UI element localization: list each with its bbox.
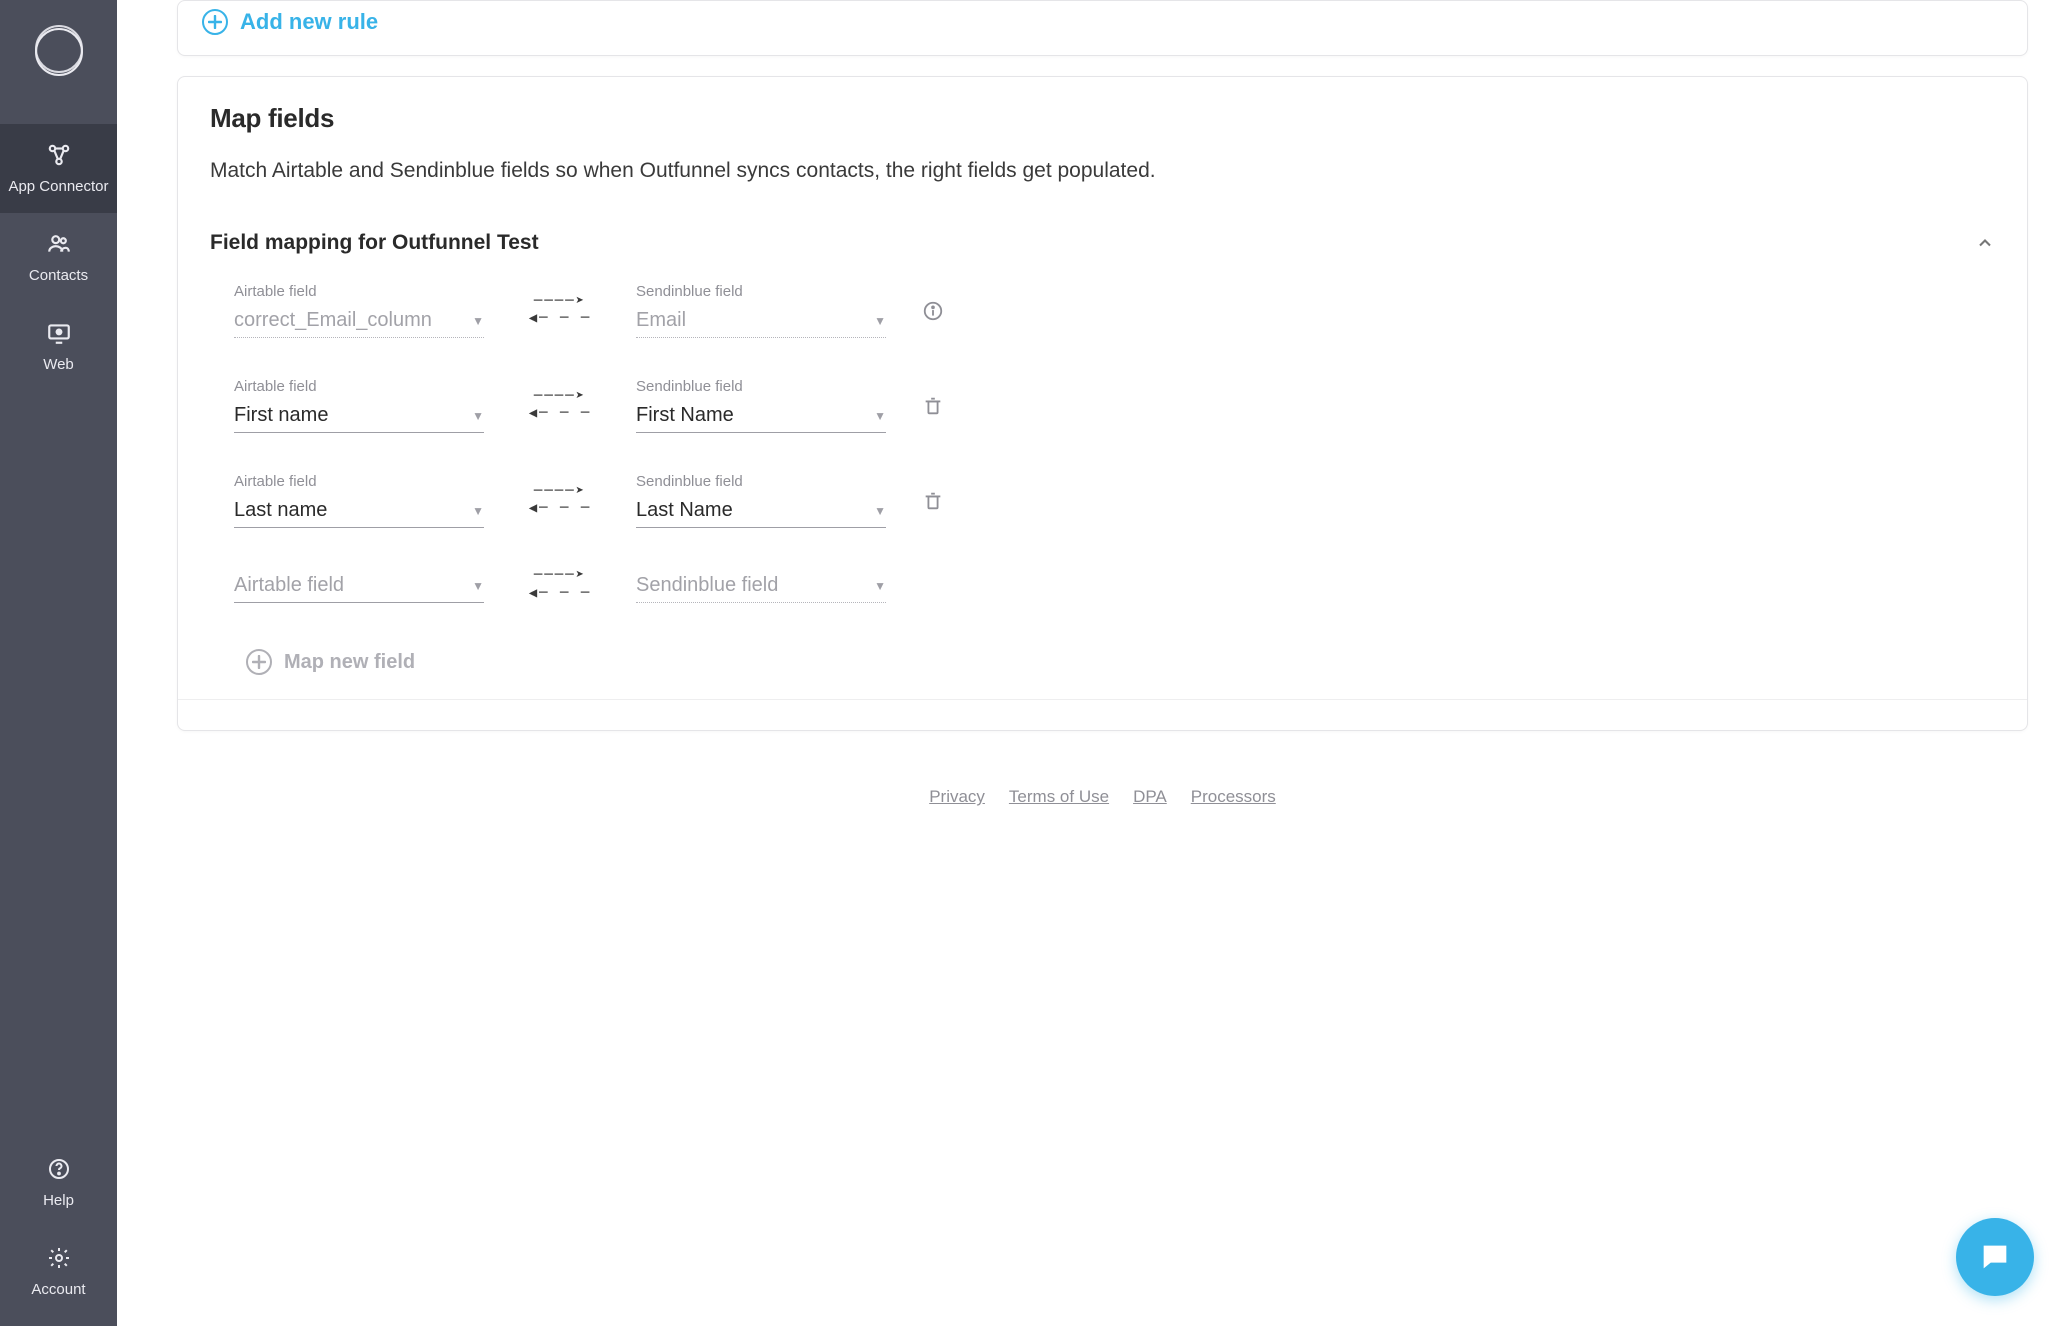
map-new-field-label: Map new field xyxy=(284,651,415,674)
sidebar: App Connector Contacts Web xyxy=(0,0,117,1326)
dropdown-value: First name xyxy=(234,404,328,427)
map-new-field-button: Map new field xyxy=(234,643,1995,675)
delete-row-button[interactable] xyxy=(922,395,972,417)
sidebar-item-help[interactable]: Help xyxy=(0,1138,117,1227)
chevron-down-icon: ▼ xyxy=(472,579,484,593)
airtable-field-dropdown[interactable]: Last name ▼ xyxy=(234,494,484,528)
sendinblue-field-label: Sendinblue field xyxy=(636,283,886,300)
mapping-rows: Airtable field correct_Email_column ▼ ──… xyxy=(210,283,1995,675)
sidebar-item-label: Web xyxy=(43,356,74,373)
contacts-icon xyxy=(46,231,72,257)
footer-link-privacy[interactable]: Privacy xyxy=(929,787,985,807)
sync-direction-icon: ────➤ ◀─ ─ ─ xyxy=(520,389,600,424)
airtable-field-label: Airtable field xyxy=(234,283,484,300)
logo-icon xyxy=(35,28,83,76)
chevron-down-icon: ▼ xyxy=(874,504,886,518)
airtable-field-label: Airtable field xyxy=(234,378,484,395)
airtable-field-label: Airtable field xyxy=(234,473,484,490)
dropdown-value: Last name xyxy=(234,499,327,522)
mapping-row: Airtable field Last name ▼ ────➤ ◀─ ─ ─ … xyxy=(234,473,1995,528)
sendinblue-field-dropdown: Email ▼ xyxy=(636,304,886,338)
chevron-up-icon xyxy=(1975,233,1995,253)
dropdown-placeholder: Sendinblue field xyxy=(636,574,778,597)
sendinblue-field-dropdown[interactable]: First Name ▼ xyxy=(636,399,886,433)
sidebar-item-web[interactable]: Web xyxy=(0,302,117,391)
mapping-row: Airtable field First name ▼ ────➤ ◀─ ─ ─… xyxy=(234,378,1995,433)
sync-direction-icon: ────➤ ◀─ ─ ─ xyxy=(520,484,600,519)
chat-button[interactable] xyxy=(1956,1218,2034,1296)
field-mapping-accordion-header[interactable]: Field mapping for Outfunnel Test xyxy=(210,231,1995,255)
sidebar-item-label: Contacts xyxy=(29,267,88,284)
add-rule-label: Add new rule xyxy=(240,9,378,35)
airtable-field-dropdown[interactable]: Airtable field ▼ xyxy=(234,569,484,603)
sendinblue-field-dropdown[interactable]: Last Name ▼ xyxy=(636,494,886,528)
map-fields-description: Match Airtable and Sendinblue fields so … xyxy=(210,156,1995,185)
plus-icon xyxy=(202,9,228,35)
footer-link-terms[interactable]: Terms of Use xyxy=(1009,787,1109,807)
dropdown-value: First Name xyxy=(636,404,734,427)
map-fields-title: Map fields xyxy=(210,103,1995,134)
help-icon xyxy=(46,1156,72,1182)
sendinblue-field-label: Sendinblue field xyxy=(636,473,886,490)
chevron-down-icon: ▼ xyxy=(874,314,886,328)
sendinblue-field-label: Sendinblue field xyxy=(636,378,886,395)
field-mapping-group-title: Field mapping for Outfunnel Test xyxy=(210,231,539,255)
sendinblue-field-dropdown: Sendinblue field ▼ xyxy=(636,569,886,603)
airtable-field-dropdown: correct_Email_column ▼ xyxy=(234,304,484,338)
chevron-down-icon: ▼ xyxy=(874,579,886,593)
dropdown-value: correct_Email_column xyxy=(234,309,432,332)
divider xyxy=(178,699,2027,700)
plus-icon xyxy=(246,649,272,675)
chevron-down-icon: ▼ xyxy=(874,409,886,423)
chevron-down-icon: ▼ xyxy=(472,409,484,423)
delete-row-button[interactable] xyxy=(922,490,972,512)
gear-icon xyxy=(46,1245,72,1271)
chevron-down-icon: ▼ xyxy=(472,504,484,518)
footer-link-dpa[interactable]: DPA xyxy=(1133,787,1167,807)
dropdown-value: Last Name xyxy=(636,499,733,522)
sync-direction-icon: ────➤ ◀─ ─ ─ xyxy=(520,294,600,329)
sync-direction-icon: ────➤ ◀─ ─ ─ xyxy=(520,568,600,603)
info-icon[interactable] xyxy=(922,300,972,322)
sidebar-item-app-connector[interactable]: App Connector xyxy=(0,124,117,213)
dropdown-placeholder: Airtable field xyxy=(234,574,344,597)
sidebar-item-account[interactable]: Account xyxy=(0,1227,117,1316)
chat-icon xyxy=(1978,1240,2012,1274)
chevron-down-icon: ▼ xyxy=(472,314,484,328)
sidebar-item-label: Help xyxy=(43,1192,74,1209)
add-new-rule-button[interactable]: Add new rule xyxy=(178,1,2027,47)
main-content: Add new rule Map fields Match Airtable a… xyxy=(117,0,2068,1326)
map-fields-card: Map fields Match Airtable and Sendinblue… xyxy=(177,76,2028,731)
rules-card: Add new rule xyxy=(177,0,2028,56)
dropdown-value: Email xyxy=(636,309,686,332)
web-icon xyxy=(46,320,72,346)
footer: Privacy Terms of Use DPA Processors xyxy=(177,787,2028,807)
sidebar-item-contacts[interactable]: Contacts xyxy=(0,213,117,302)
sidebar-item-label: App Connector xyxy=(8,178,108,195)
mapping-row-empty: Airtable field ▼ ────➤ ◀─ ─ ─ Sendinblue… xyxy=(234,568,1995,603)
mapping-row: Airtable field correct_Email_column ▼ ──… xyxy=(234,283,1995,338)
connector-icon xyxy=(46,142,72,168)
airtable-field-dropdown[interactable]: First name ▼ xyxy=(234,399,484,433)
sidebar-item-label: Account xyxy=(31,1281,85,1298)
footer-link-processors[interactable]: Processors xyxy=(1191,787,1276,807)
